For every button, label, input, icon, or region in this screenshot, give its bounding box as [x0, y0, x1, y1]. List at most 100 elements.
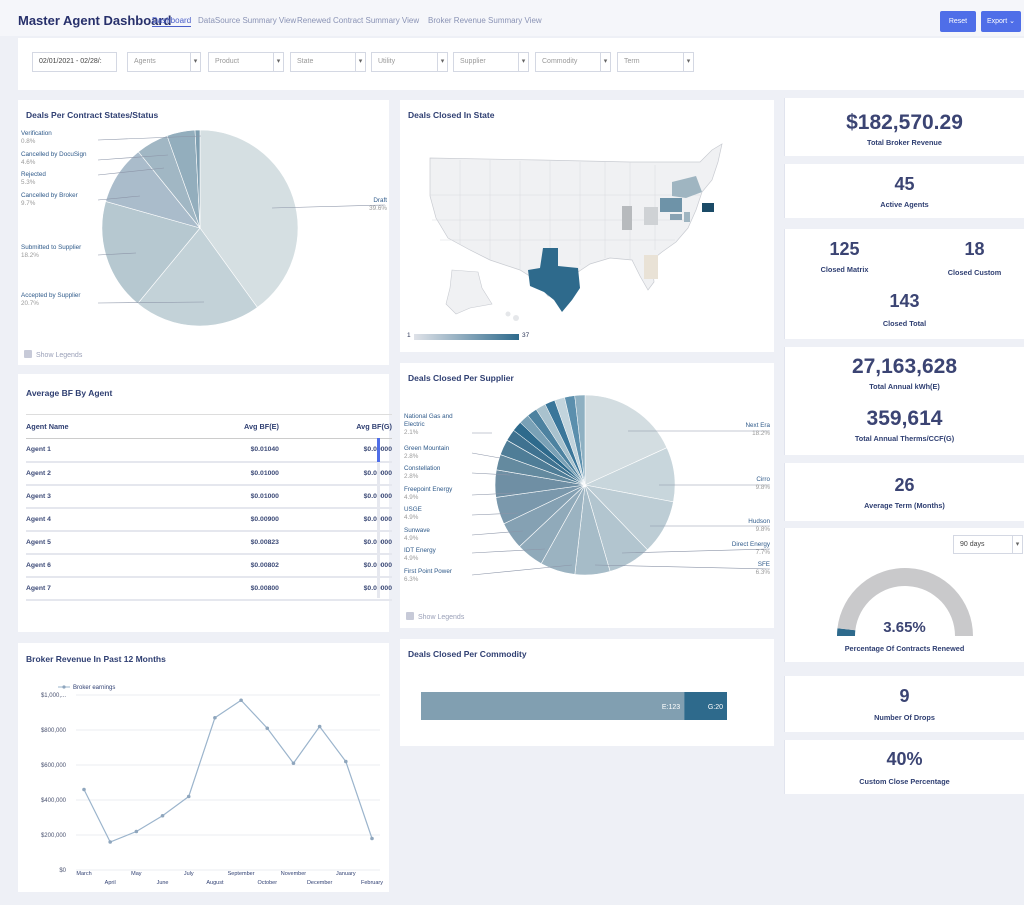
bf-g-cell: $0.00000 [278, 461, 392, 486]
pie-label-pct: 4.9% [404, 555, 419, 562]
table-row: Agent 7$0.00800$0.00000 [26, 576, 392, 601]
pie-label-pct: 2.1% [404, 429, 419, 436]
table-header-row: Agent Name Avg BF(E) Avg BF(G) [26, 414, 392, 439]
pie-label-pct: 39.6% [369, 205, 387, 212]
revenue-chart-card: Broker Revenue In Past 12 Months $0 $200,… [18, 643, 389, 892]
show-legends-checkbox[interactable]: Show Legends [406, 612, 464, 621]
date-range-input[interactable]: 02/01/2021 - 02/28/: [32, 52, 117, 72]
pie-label: Submitted to Supplier 18.2% [21, 244, 81, 260]
bf-agent-table: Agent Name Avg BF(E) Avg BF(G) Agent 1 $0… [26, 414, 392, 601]
kpi-label: Closed Custom [947, 268, 1002, 277]
pie-label: Freepoint Energy 4.9% [404, 486, 452, 502]
tab-datasource-summary[interactable]: DataSource Summary View [198, 16, 296, 25]
tab-dashboard[interactable]: Dashboard [152, 16, 192, 27]
show-legends-label: Show Legends [36, 352, 83, 359]
bf-agent-title: Average BF By Agent [26, 388, 113, 398]
pie-label-name: Green Mountain [404, 445, 450, 452]
bar-segment-e [421, 692, 685, 720]
table-scrollbar-thumb[interactable] [377, 438, 380, 462]
bf-g-cell: $0.00000 [278, 553, 392, 578]
agent-name-cell: Agent 5 [26, 530, 166, 555]
pie-label-pct: 20.7% [21, 300, 39, 307]
export-button[interactable]: Export ⌄ [981, 11, 1021, 32]
bf-g-cell: $0.00000 [278, 576, 392, 601]
map-color-scale [414, 334, 519, 340]
ohio-state [644, 207, 658, 225]
commodity-select[interactable]: Commodity ▾ [535, 52, 611, 72]
pie-label: Sunwave 4.9% [404, 527, 430, 543]
kpi-value: 26 [894, 475, 915, 495]
bf-e-cell: $0.00900 [165, 507, 279, 532]
georgia-state [644, 255, 658, 279]
bf-g-cell: $0.00000 [278, 530, 392, 555]
state-select[interactable]: State ▾ [290, 52, 366, 72]
kpi-label: Percentage Of Contracts Renewed [844, 644, 965, 653]
pie-label: Direct Energy 7.7% [700, 541, 770, 557]
us-map [414, 143, 723, 340]
bf-e-cell: $0.00823 [165, 530, 279, 555]
kpi-value: 45 [894, 174, 915, 194]
pie-label-pct: 6.3% [404, 576, 419, 583]
state-select-value: State [297, 58, 314, 65]
kpi-value: 9 [899, 686, 910, 706]
col-avg-bf-g: Avg BF(G) [278, 414, 392, 439]
pie-label-name: Sunwave [404, 527, 430, 534]
x-tick-label: October [257, 880, 277, 886]
product-select[interactable]: Product ▾ [208, 52, 284, 72]
pie-label-name: IDT Energy [404, 547, 436, 554]
supplier-select[interactable]: Supplier ▾ [453, 52, 529, 72]
bf-g-cell: $0.00000 [278, 507, 392, 532]
top-bar: Master Agent Dashboard Dashboard DataSou… [0, 0, 1024, 36]
pie-label: Draft 39.6% [358, 197, 387, 213]
pennsylvania-state [660, 198, 682, 212]
kpi-label: Custom Close Percentage [859, 777, 950, 786]
supplier-pie [471, 394, 771, 576]
tab-renewed-contract-summary[interactable]: Renewed Contract Summary View [297, 16, 419, 25]
bar-label-g: G:20 [708, 704, 723, 711]
show-legends-checkbox[interactable]: Show Legends [24, 350, 82, 359]
pie-label-name: Accepted by Supplier [21, 292, 81, 299]
pie-label-name: Rejected [21, 171, 46, 178]
kpi-value: $182,570.29 [846, 111, 963, 134]
bf-e-cell: $0.00802 [165, 553, 279, 578]
hawaii-state [513, 315, 519, 321]
pie-label-pct: 5.3% [21, 179, 36, 186]
y-tick-label: $800,000 [41, 728, 67, 734]
col-avg-bf-e: Avg BF(E) [165, 414, 279, 439]
data-point [82, 787, 86, 792]
agent-name-cell: Agent 2 [26, 461, 166, 486]
data-point [186, 794, 191, 799]
pie-label-name: Freepoint Energy [404, 486, 453, 493]
agents-select[interactable]: Agents ▾ [127, 52, 201, 72]
show-legends-label: Show Legends [418, 614, 465, 621]
x-tick-label: January [336, 871, 356, 877]
pie-label: Cancelled by Broker 9.7% [21, 192, 78, 208]
x-tick-label: July [184, 871, 194, 877]
supplier-select-value: Supplier [460, 58, 486, 65]
agent-name-cell: Agent 1 [26, 438, 166, 463]
term-select[interactable]: Term ▾ [617, 52, 694, 72]
reset-button[interactable]: Reset [940, 11, 976, 32]
new-jersey-state [684, 212, 690, 222]
commodity-card: Deals Closed Per Commodity E:123 G:20 [400, 639, 774, 746]
legend-marker [62, 685, 66, 689]
table-row: Agent 4$0.00900$0.00000 [26, 507, 392, 532]
contract-states-pie [97, 129, 386, 327]
drops-card: 9 Number Of Drops [784, 676, 1024, 732]
utility-select[interactable]: Utility ▾ [371, 52, 448, 72]
data-point [317, 724, 322, 729]
x-tick-label: December [307, 880, 333, 886]
table-scrollbar-track[interactable] [377, 438, 380, 598]
pie-leader-line [471, 452, 501, 459]
annual-usage-card: 27,163,628 Total Annual kWh(E) 359,614 T… [784, 347, 1024, 455]
tab-broker-revenue-summary[interactable]: Broker Revenue Summary View [428, 16, 542, 25]
agent-name-cell: Agent 4 [26, 507, 166, 532]
pie-label-pct: 0.8% [21, 138, 36, 145]
kpi-label: Average Term (Months) [864, 501, 945, 510]
maryland-state [670, 214, 682, 220]
data-point [370, 836, 374, 841]
y-tick-label: $0 [59, 868, 66, 874]
pie-label: Hudson 9.8% [700, 518, 770, 534]
bf-agent-card: Average BF By Agent Agent Name Avg BF(E)… [18, 374, 392, 632]
x-tick-label: November [281, 871, 307, 877]
